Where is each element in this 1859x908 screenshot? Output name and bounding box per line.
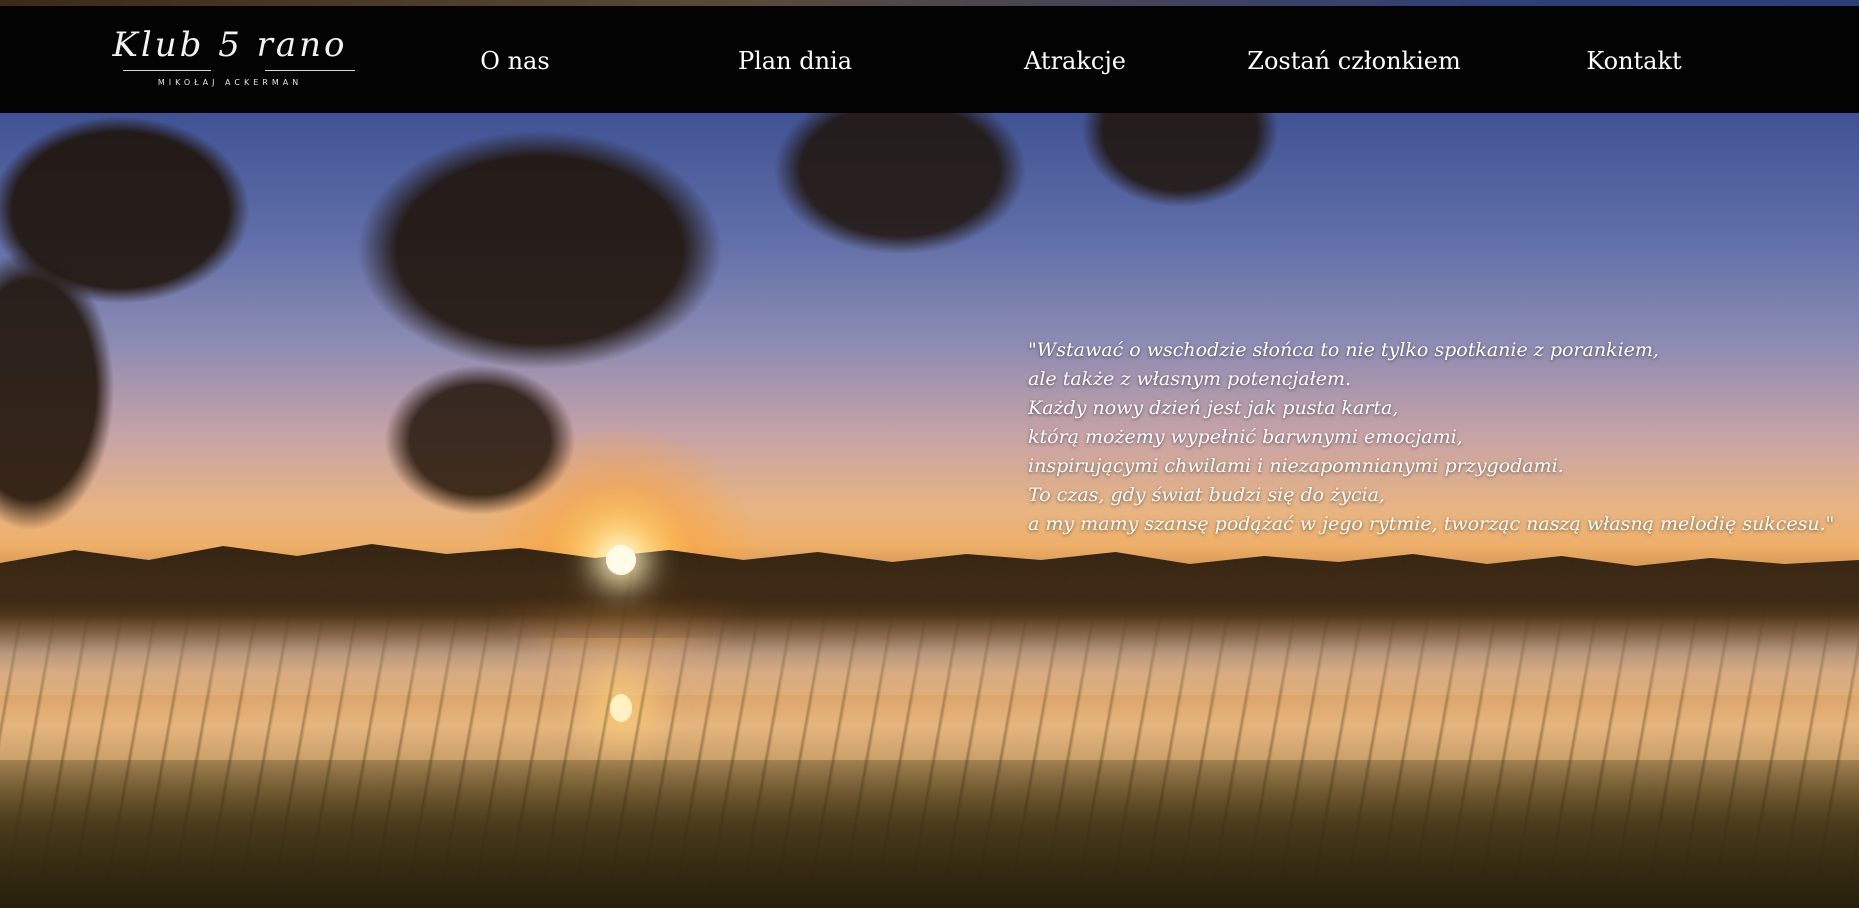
quote-line: inspirującymi chwilami i niezapomnianymi… — [1028, 455, 1564, 477]
navbar: Klub 5 rano MIKOŁAJ ACKERMAN O nas Plan … — [0, 6, 1859, 113]
quote-line: Każdy nowy dzień jest jak pusta karta, — [1028, 397, 1399, 419]
nav-link-kontakt[interactable]: Kontakt — [1504, 44, 1764, 78]
quote-line: "Wstawać o wschodzie słońca to nie tylko… — [1028, 339, 1659, 361]
nav-link-zostan-czlonkiem[interactable]: Zostań członkiem — [1224, 44, 1484, 78]
nav-link-atrakcje[interactable]: Atrakcje — [945, 44, 1205, 78]
reeds-ground — [0, 760, 1859, 908]
logo-subtitle: MIKOŁAJ ACKERMAN — [157, 78, 303, 87]
quote-line: ale także z własnym potencjałem. — [1028, 368, 1352, 390]
quote-line: którą możemy wypełnić barwnymi emocjami, — [1028, 426, 1463, 448]
quote-line: a my mamy szansę podążać w jego rytmie, … — [1028, 513, 1835, 535]
nav-link-plan-dnia[interactable]: Plan dnia — [665, 44, 925, 78]
hero-quote: "Wstawać o wschodzie słońca to nie tylko… — [1028, 336, 1838, 539]
logo-script: Klub 5 rano — [112, 25, 348, 65]
logo-divider-right — [265, 70, 355, 71]
logo[interactable]: Klub 5 rano MIKOŁAJ ACKERMAN — [105, 20, 355, 98]
logo-divider-left — [123, 70, 211, 71]
quote-line: To czas, gdy świat budzi się do życia, — [1028, 484, 1385, 506]
nav-link-o-nas[interactable]: O nas — [385, 44, 645, 78]
